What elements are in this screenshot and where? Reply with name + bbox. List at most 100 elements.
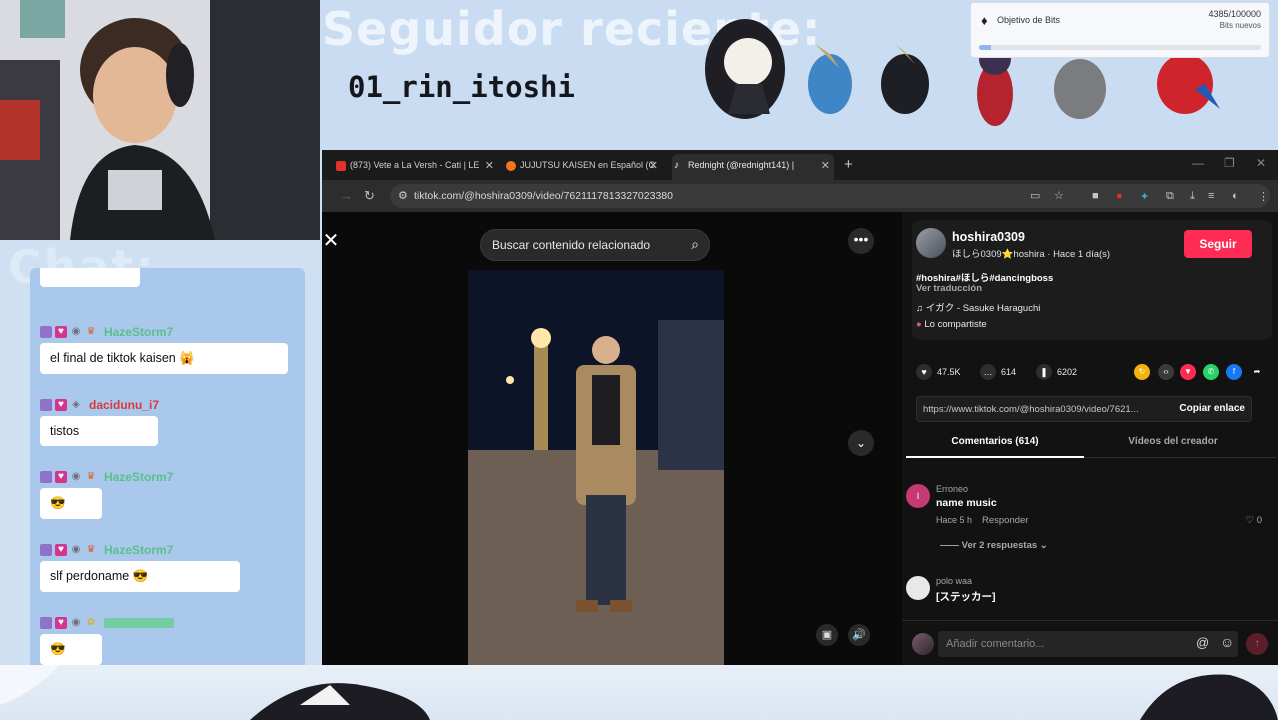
minimize-icon[interactable]: — (1192, 156, 1204, 170)
next-video-chevron-icon[interactable]: ⌄ (848, 430, 874, 456)
chat-meta: ♥ ◉ ♛ HazeStorm7 (40, 542, 240, 558)
music-link[interactable]: ♫ イガク - Sasuke Haraguchi (916, 300, 1040, 314)
chat-panel: ♥ ◉ ♛ HazeStorm7 el final de tiktok kais… (30, 268, 305, 688)
site-info-icon[interactable]: ⚙ (398, 189, 408, 202)
share-arrow-icon[interactable]: ➦ (1249, 364, 1265, 380)
add-comment-input[interactable] (938, 631, 1238, 657)
tab-title: JUJUTSU KAISEN en Español (C (520, 160, 656, 170)
author-card: hoshira0309 ほしら0309⭐hoshira · Hace 1 día… (912, 220, 1272, 340)
bookmark-star-icon[interactable]: ☆ (1054, 189, 1064, 202)
chat-message: ♥ ◉ ♛ HazeStorm7 slf perdoname 😎 (40, 542, 240, 592)
divider-line: —— (940, 540, 962, 551)
heart-outline-icon: ♡ (1245, 515, 1255, 526)
close-video-icon[interactable]: ✕ (322, 228, 340, 252)
new-tab-button[interactable]: + (844, 156, 853, 173)
chat-text: 😎 (40, 634, 102, 665)
forward-icon[interactable]: → (340, 188, 353, 203)
tab-creator-videos[interactable]: Vídeos del creador (1084, 436, 1262, 447)
record-extension-icon[interactable]: ● (1116, 190, 1123, 202)
heart-badge-icon: ♥ (55, 617, 67, 629)
comment-username[interactable]: Erroneo (936, 484, 968, 494)
chat-meta: ♥ ◈ dacidunu_i7 (40, 397, 159, 413)
close-tab-icon[interactable]: ✕ (821, 159, 830, 172)
youtube-icon (336, 161, 346, 171)
see-translation-link[interactable]: Ver traducción (916, 283, 982, 294)
shared-indicator: ● Lo compartiste (916, 319, 987, 330)
extension-icon[interactable]: ■ (1092, 190, 1099, 202)
url-text[interactable]: tiktok.com/@hoshira0309/video/7621117813… (414, 190, 673, 202)
reply-button[interactable]: Responder (982, 515, 1028, 526)
reload-icon[interactable]: ↻ (364, 188, 375, 204)
heart-icon: ♥ (916, 364, 932, 380)
more-options-icon[interactable]: ••• (848, 228, 874, 254)
close-tab-icon[interactable]: ✕ (485, 159, 494, 172)
embed-icon[interactable]: ‹› (1158, 364, 1174, 380)
bookmark-icon: ❚ (1036, 364, 1052, 380)
search-icon[interactable]: ⌕ (691, 236, 699, 253)
comment-item: polo waa [ステッカー] (906, 576, 1266, 616)
media-control-icon[interactable]: ≡ (1208, 190, 1214, 202)
current-user-avatar (912, 633, 934, 655)
share-avatar-icon: ● (916, 319, 922, 330)
like-stat[interactable]: ♥ 47.5K (916, 364, 961, 380)
emoji-icon[interactable]: ☺ (1220, 634, 1234, 650)
download-icon[interactable]: ⤓ (1190, 190, 1195, 203)
heart-badge-icon: ♥ (55, 326, 67, 338)
close-window-icon[interactable]: ✕ (1256, 156, 1266, 170)
mention-icon[interactable]: @ (1196, 635, 1209, 650)
facebook-icon[interactable]: f (1226, 364, 1242, 380)
browser-tab[interactable]: JUJUTSU KAISEN en Español (C ✕ (504, 154, 662, 180)
author-subtitle: ほしら0309⭐hoshira · Hace 1 día(s) (952, 249, 1111, 260)
browser-tab[interactable]: (873) Vete a La Versh - Cati | LE ✕ (334, 154, 498, 180)
details-tabs: Comentarios (614) Vídeos del creador (906, 430, 1276, 458)
comment-like[interactable]: ♡ 0 (1246, 515, 1262, 526)
tab-title: Rednight (@rednight141) | (688, 160, 795, 170)
chat-username: dacidunu_i7 (89, 398, 160, 412)
post-comment-button[interactable]: ↑ (1246, 633, 1268, 655)
browser-menu-icon[interactable]: ⋮ (1258, 190, 1269, 203)
comment-stat[interactable]: … 614 (980, 364, 1016, 380)
maximize-icon[interactable]: ❐ (1224, 156, 1235, 170)
chat-text: 😎 (40, 488, 102, 519)
comment-username[interactable]: polo waa (936, 576, 972, 586)
recent-follower-name: 01_rin_itoshi (348, 70, 575, 104)
comment-avatar[interactable]: I (906, 484, 930, 508)
bits-progress-track (979, 45, 1261, 50)
diamond-badge-icon: ◈ (72, 399, 80, 410)
follow-button[interactable]: Seguir (1184, 230, 1252, 258)
whatsapp-icon[interactable]: ✆ (1203, 364, 1219, 380)
author-username[interactable]: hoshira0309 (952, 230, 1025, 244)
shared-text: Lo compartiste (924, 319, 987, 330)
view-replies-button[interactable]: —— Ver 2 respuestas ⌄ (940, 540, 1048, 551)
repost-icon[interactable]: ↻ (1134, 364, 1150, 380)
close-tab-icon[interactable]: ✕ (649, 159, 658, 172)
tiktok-icon: ♪ (674, 160, 679, 171)
extensions-puzzle-icon[interactable]: ⧉ (1166, 190, 1174, 203)
view-replies-label: Ver 2 respuestas (961, 540, 1038, 551)
video-link-url[interactable]: https://www.tiktok.com/@hoshira0309/vide… (923, 404, 1163, 415)
author-avatar[interactable] (916, 228, 946, 258)
bits-goal-sub: Bits nuevos (1219, 21, 1261, 30)
save-stat[interactable]: ❚ 6202 (1036, 364, 1077, 380)
overlay-bottom-art (0, 665, 1278, 720)
browser-tab-active[interactable]: ♪ Rednight (@rednight141) | ✕ (672, 154, 834, 180)
moderator-badge-icon (40, 471, 52, 483)
copy-link-button[interactable]: Copiar enlace (1179, 403, 1245, 414)
picture-in-picture-icon[interactable]: ▣ (816, 624, 838, 646)
profile-avatar-icon[interactable]: ◐ (1232, 190, 1239, 202)
chat-text: tistos (40, 416, 158, 446)
address-toolbar: → ↻ ⚙ tiktok.com/@hoshira0309/video/7621… (322, 180, 1278, 212)
related-search-box[interactable]: Buscar contenido relacionado ⌕ (480, 229, 710, 261)
cast-icon[interactable]: ▭ (1030, 189, 1040, 202)
music-title: イガク - Sasuke Haraguchi (925, 303, 1041, 314)
address-bar[interactable]: ⚙ tiktok.com/@hoshira0309/video/76211178… (390, 184, 1270, 208)
comment-avatar[interactable] (906, 576, 930, 600)
translate-extension-icon[interactable]: ✦ (1140, 190, 1149, 203)
chat-username: HazeStorm7 (104, 470, 174, 484)
chat-text: el final de tiktok kaisen 🙀 (40, 343, 288, 374)
send-to-friends-icon[interactable]: ▼ (1180, 364, 1196, 380)
leaf-badge-icon: ✿ (86, 617, 96, 628)
video-player[interactable] (468, 270, 724, 665)
tab-comments[interactable]: Comentarios (614) (906, 436, 1084, 447)
volume-icon[interactable]: 🔊 (848, 624, 870, 646)
